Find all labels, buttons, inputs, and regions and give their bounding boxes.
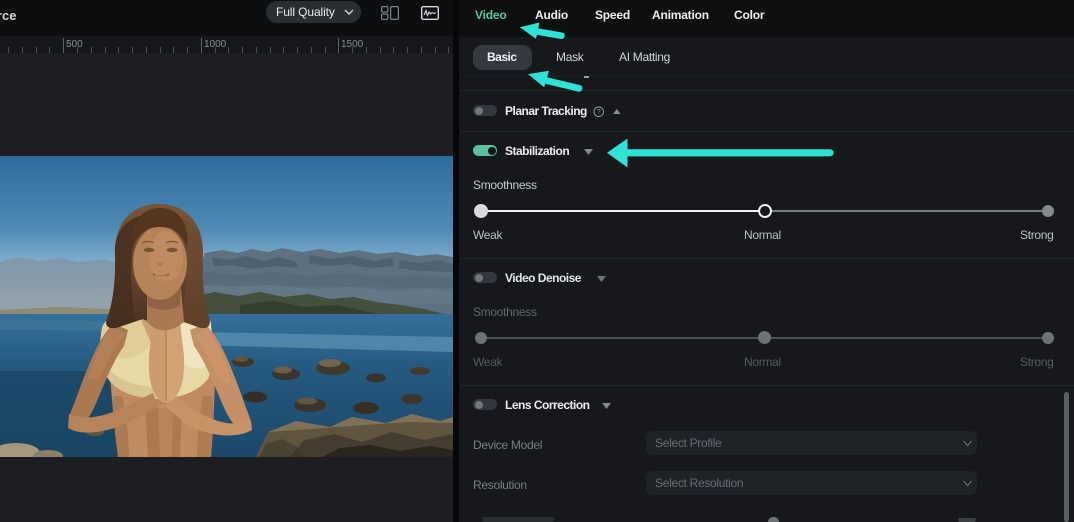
- svg-text:500: 500: [66, 39, 83, 50]
- svg-text:?: ?: [597, 108, 601, 116]
- svg-text:1000: 1000: [204, 39, 227, 50]
- svg-text:1500: 1500: [341, 39, 364, 50]
